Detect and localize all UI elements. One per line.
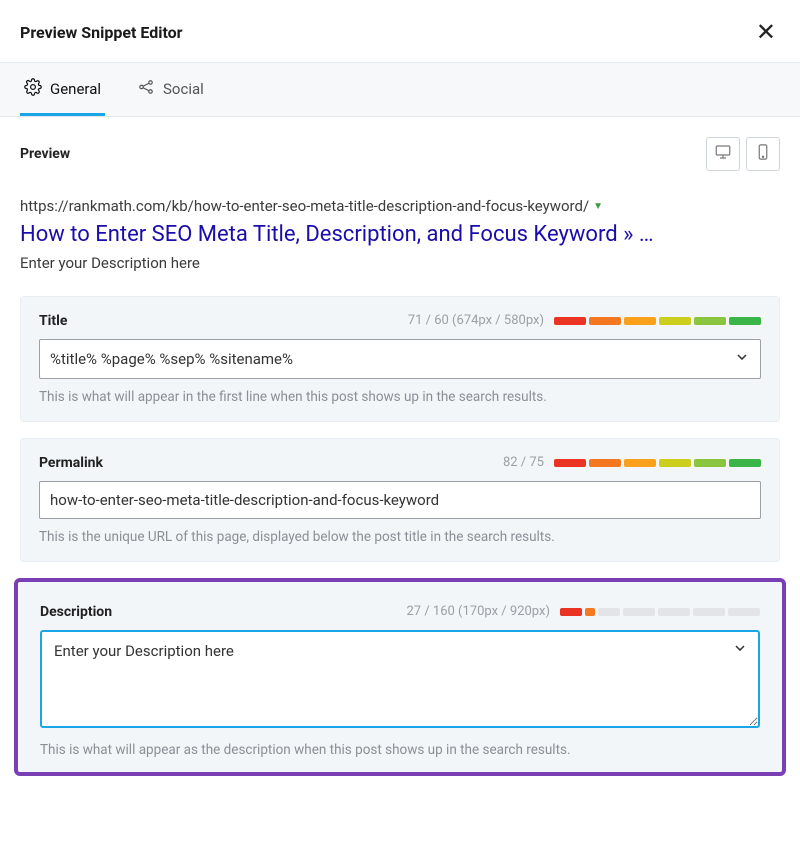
serp-title: How to Enter SEO Meta Title, Description… (20, 221, 780, 250)
desktop-icon (714, 143, 732, 165)
serp-url-text: https://rankmath.com/kb/how-to-enter-seo… (20, 197, 589, 215)
tab-bar: General Social (0, 62, 800, 117)
title-expand-button[interactable] (734, 349, 750, 369)
modal-header: Preview Snippet Editor ✕ (0, 0, 800, 62)
close-icon: ✕ (756, 18, 776, 46)
description-expand-button[interactable] (732, 640, 748, 660)
permalink-score-bar (554, 459, 761, 467)
title-score-bar (554, 317, 761, 325)
panel-header: Permalink 82 / 75 (39, 455, 761, 471)
tab-label: Social (163, 80, 204, 98)
serp-url: https://rankmath.com/kb/how-to-enter-seo… (20, 197, 780, 215)
mobile-view-button[interactable] (746, 137, 780, 171)
device-toggle (706, 137, 780, 171)
permalink-helper: This is the unique URL of this page, dis… (39, 529, 761, 545)
tab-label: General (50, 80, 101, 98)
share-icon (137, 78, 155, 100)
description-helper: This is what will appear as the descript… (40, 742, 760, 758)
title-helper: This is what will appear in the first li… (39, 389, 761, 405)
title-panel: Title 71 / 60 (674px / 580px) This is wh… (20, 296, 780, 422)
description-textarea-wrap (40, 630, 760, 732)
description-counter: 27 / 160 (170px / 920px) (406, 604, 560, 619)
gear-icon (24, 78, 42, 100)
title-input-row[interactable] (39, 339, 761, 379)
mobile-icon (754, 143, 772, 165)
preview-header: Preview (20, 137, 780, 171)
chevron-down-icon (732, 641, 748, 660)
content-area: Preview https://rankmath.com/kb/how-to-e… (0, 117, 800, 796)
permalink-input[interactable] (50, 491, 750, 509)
modal-title: Preview Snippet Editor (20, 23, 183, 42)
permalink-input-row[interactable] (39, 481, 761, 519)
permalink-counter: 82 / 75 (503, 455, 554, 470)
description-textarea[interactable] (40, 630, 760, 728)
close-button[interactable]: ✕ (752, 16, 780, 48)
description-panel: Description 27 / 160 (170px / 920px) Thi… (14, 578, 786, 776)
dropdown-caret-icon[interactable]: ▼ (593, 201, 603, 212)
permalink-panel: Permalink 82 / 75 This is the unique URL… (20, 438, 780, 562)
title-input[interactable] (50, 350, 734, 368)
desktop-view-button[interactable] (706, 137, 740, 171)
panel-header: Description 27 / 160 (170px / 920px) (40, 604, 760, 620)
preview-label: Preview (20, 146, 70, 162)
tab-social[interactable]: Social (133, 63, 208, 116)
chevron-down-icon (734, 351, 750, 369)
title-counter: 71 / 60 (674px / 580px) (408, 313, 554, 328)
description-score-bar (560, 608, 760, 616)
panel-header: Title 71 / 60 (674px / 580px) (39, 313, 761, 329)
description-label: Description (40, 604, 112, 620)
title-label: Title (39, 313, 67, 329)
serp-description: Enter your Description here (20, 254, 780, 272)
tab-general[interactable]: General (20, 63, 105, 116)
permalink-label: Permalink (39, 455, 103, 471)
